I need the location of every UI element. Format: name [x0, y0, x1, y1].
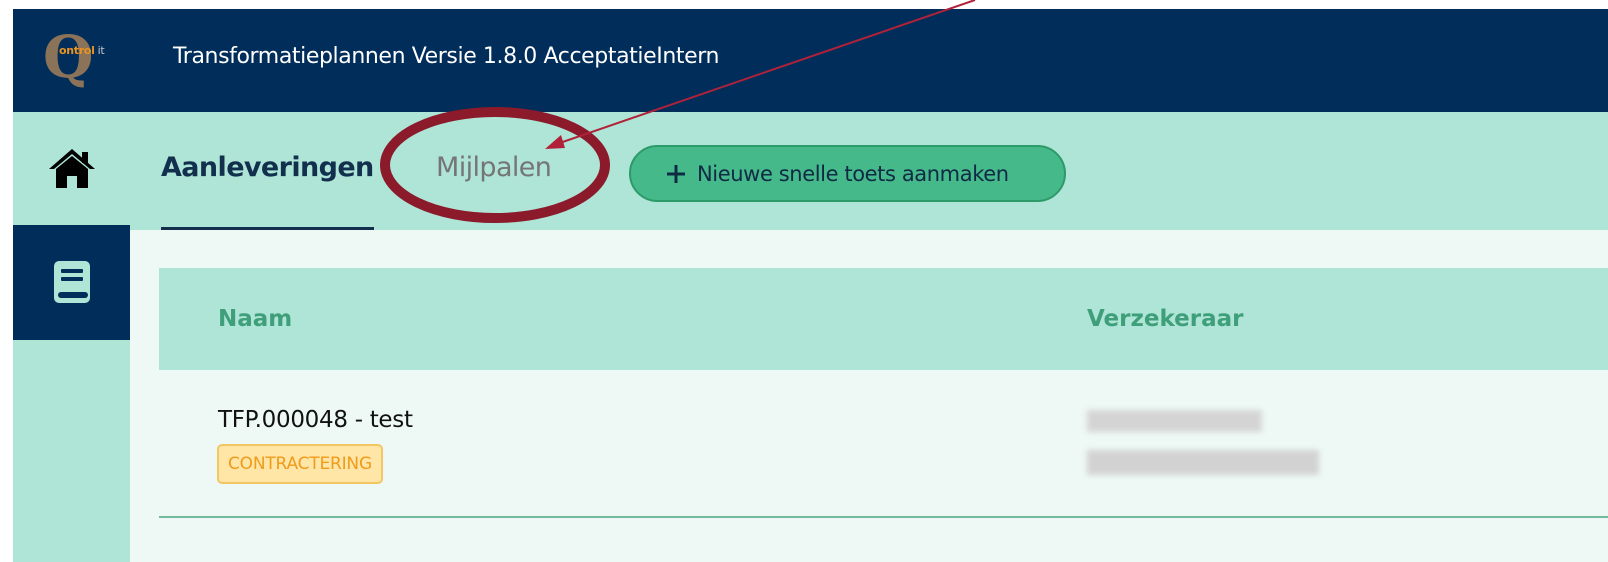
home-icon — [48, 148, 95, 188]
book-icon — [53, 261, 90, 303]
new-quick-test-button[interactable]: Nieuwe snelle toets aanmaken — [629, 145, 1066, 202]
tab-aanleveringen[interactable]: Aanleveringen — [161, 152, 374, 183]
row-divider — [159, 516, 1608, 518]
row-name: TFP.000048 - test — [218, 407, 413, 433]
column-header-naam[interactable]: Naam — [218, 306, 292, 332]
new-quick-test-label: Nieuwe snelle toets aanmaken — [697, 161, 1009, 186]
plus-icon — [667, 164, 685, 183]
redacted-text — [1087, 410, 1262, 432]
tab-mijlpalen[interactable]: Mijlpalen — [436, 152, 552, 183]
main-content: Naam Verzekeraar TFP.000048 - test CONTR… — [130, 230, 1608, 562]
column-header-verzekeraar[interactable]: Verzekeraar — [1087, 306, 1243, 332]
app-title: Transformatieplannen Versie 1.8.0 Accept… — [173, 44, 720, 69]
sidebar-item-home[interactable] — [13, 112, 130, 225]
redacted-text — [1087, 450, 1319, 475]
app-header: Q ontrol it Transformatieplannen Versie 1… — [13, 9, 1608, 112]
sidebar — [13, 112, 130, 562]
logo-text-suffix: it — [97, 44, 105, 57]
sidebar-item-documents[interactable] — [13, 225, 130, 340]
tab-bar: Aanleveringen Mijlpalen Nieuwe snelle to… — [130, 112, 1608, 231]
logo-text: ontrol it — [59, 44, 105, 57]
app-window: Q ontrol it Transformatieplannen Versie 1… — [13, 9, 1608, 562]
logo-text-main: ontrol — [59, 44, 95, 57]
table-header: Naam Verzekeraar — [159, 268, 1608, 370]
status-badge: CONTRACTERING — [217, 444, 383, 484]
logo[interactable]: Q ontrol it — [43, 26, 123, 88]
table-row[interactable]: TFP.000048 - test CONTRACTERING — [159, 370, 1608, 516]
logo-letter: Q — [43, 23, 94, 91]
